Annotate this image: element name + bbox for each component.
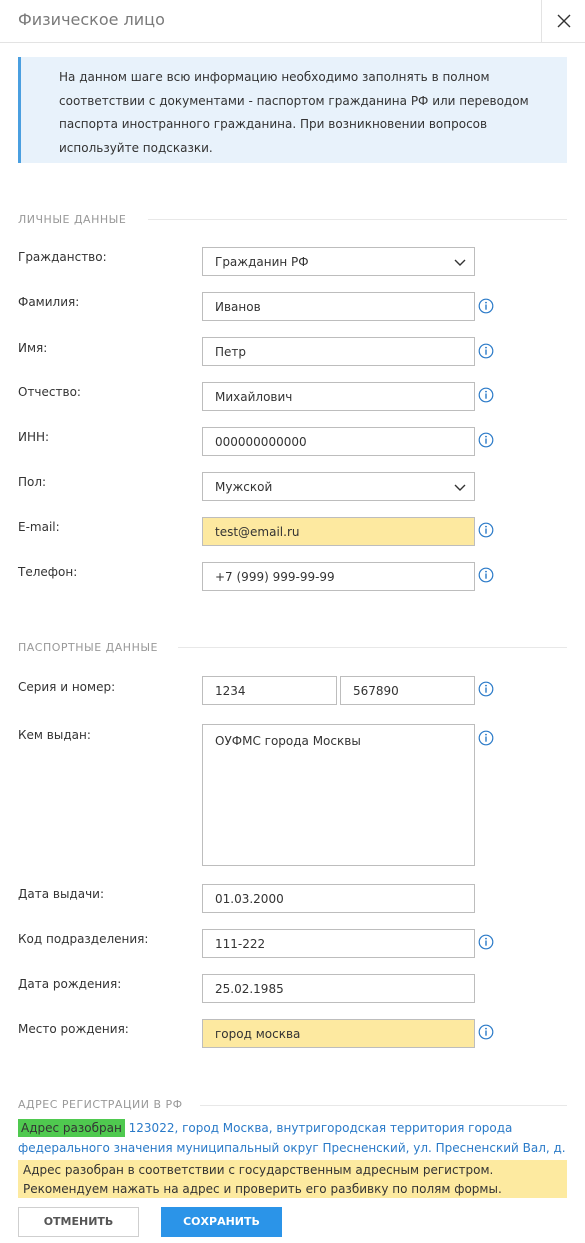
dialog-title: Физическое лицо <box>18 10 165 29</box>
section-divider <box>178 647 567 648</box>
info-icon[interactable] <box>478 934 494 950</box>
division-code-label: Код подразделения: <box>18 932 149 946</box>
section-divider <box>200 1105 567 1106</box>
division-code-field[interactable]: 111-222 <box>202 929 475 958</box>
chevron-down-icon <box>454 259 466 266</box>
passport-number-field[interactable]: 567890 <box>340 676 475 705</box>
citizenship-value: Гражданин РФ <box>215 255 309 269</box>
gender-value: Мужской <box>215 480 273 494</box>
gender-label: Пол: <box>18 475 47 489</box>
section-title-address: АДРЕС РЕГИСТРАЦИИ В РФ <box>18 1098 183 1111</box>
email-field[interactable]: test@email.ru <box>202 517 475 546</box>
info-icon[interactable] <box>478 432 494 448</box>
email-label: E-mail: <box>18 520 60 534</box>
issue-date-label: Дата выдачи: <box>18 887 105 901</box>
info-icon[interactable] <box>478 343 494 359</box>
close-icon <box>557 14 571 28</box>
gender-select[interactable]: Мужской <box>202 472 475 501</box>
birth-place-field[interactable]: город москва <box>202 1019 475 1048</box>
last-name-field[interactable]: Иванов <box>202 292 475 321</box>
passport-series-field[interactable]: 1234 <box>202 676 337 705</box>
phone-label: Телефон: <box>18 565 78 579</box>
patronymic-label: Отчество: <box>18 385 81 399</box>
first-name-label: Имя: <box>18 341 48 355</box>
warning-line: Адрес разобран в соответствии с государс… <box>23 1163 494 1177</box>
issued-by-textarea[interactable]: ОУФМС города Москвы <box>202 724 475 866</box>
info-message: На данном шаге всю информацию необходимо… <box>18 57 567 163</box>
issue-date-field[interactable]: 01.03.2000 <box>202 884 475 913</box>
birth-place-label: Место рождения: <box>18 1022 129 1036</box>
close-button[interactable] <box>541 0 585 43</box>
info-icon[interactable] <box>478 567 494 583</box>
section-title-passport: ПАСПОРТНЫЕ ДАННЫЕ <box>18 641 159 654</box>
series-number-label: Серия и номер: <box>18 680 116 694</box>
save-button[interactable]: СОХРАНИТЬ <box>161 1207 282 1237</box>
info-icon[interactable] <box>478 522 494 538</box>
info-icon[interactable] <box>478 1024 494 1040</box>
dialog-header: Физическое лицо <box>0 0 585 43</box>
section-title-personal: ЛИЧНЫЕ ДАННЫЕ <box>18 213 127 226</box>
warning-line: Рекомендуем нажать на адрес и проверить … <box>23 1181 502 1196</box>
info-icon[interactable] <box>478 298 494 314</box>
birth-date-label: Дата рождения: <box>18 977 122 991</box>
inn-label: ИНН: <box>18 430 50 444</box>
cancel-button[interactable]: ОТМЕНИТЬ <box>18 1207 139 1237</box>
inn-field[interactable]: 000000000000 <box>202 427 475 456</box>
birth-date-field[interactable]: 25.02.1985 <box>202 974 475 1003</box>
first-name-field[interactable]: Петр <box>202 337 475 366</box>
phone-field[interactable]: +7 (999) 999-99-99 <box>202 562 475 591</box>
citizenship-select[interactable]: Гражданин РФ <box>202 247 475 276</box>
section-divider <box>148 219 567 220</box>
info-icon[interactable] <box>478 681 494 697</box>
info-icon[interactable] <box>478 387 494 403</box>
last-name-label: Фамилия: <box>18 295 80 309</box>
issued-by-label: Кем выдан: <box>18 728 91 742</box>
chevron-down-icon <box>454 484 466 491</box>
address-parsed-badge: Адрес разобран <box>18 1119 125 1137</box>
info-icon[interactable] <box>478 730 494 746</box>
citizenship-label: Гражданство: <box>18 250 107 264</box>
patronymic-field[interactable]: Михайлович <box>202 382 475 411</box>
address-warning: Адрес разобран в соответствии с государс… <box>18 1160 567 1198</box>
